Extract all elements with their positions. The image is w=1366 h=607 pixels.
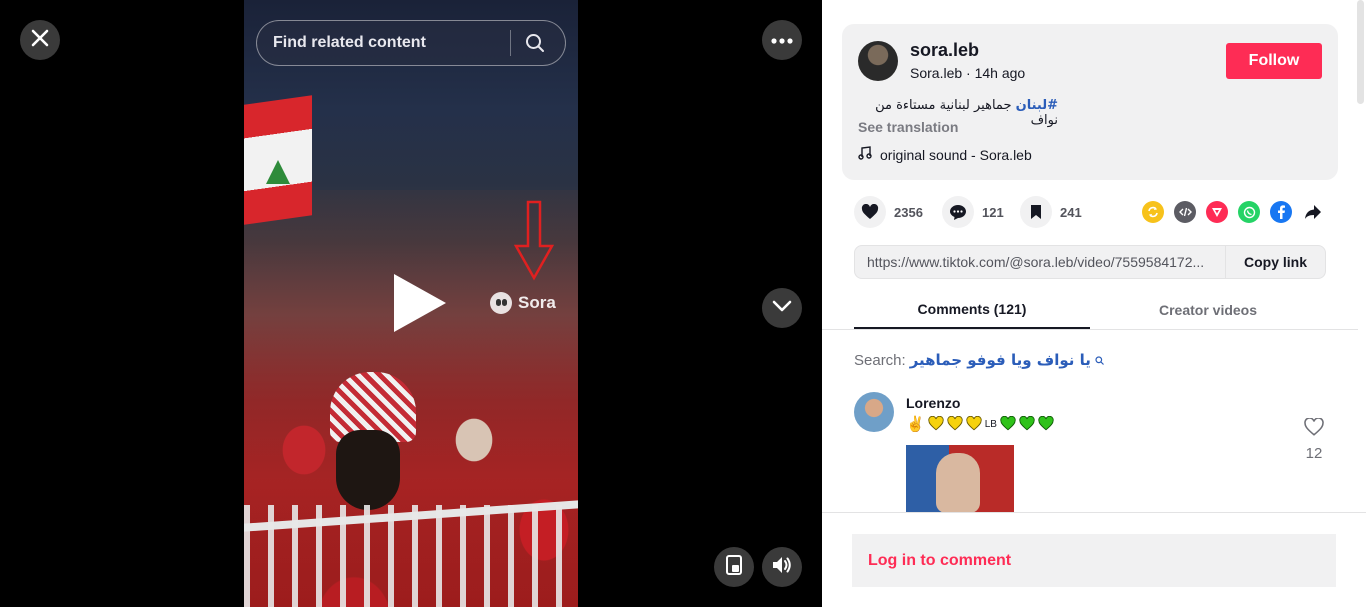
comment-bubble-icon [942, 196, 974, 228]
details-panel: sora.leb Sora.leb · 14h ago Follow #لبنا… [822, 0, 1366, 607]
play-icon [394, 274, 446, 332]
author-subline: Sora.leb · 14h ago [910, 65, 1025, 81]
lb-flag-text: LB [984, 418, 997, 430]
panel-scrollbar[interactable] [1357, 0, 1364, 104]
beard-graphic [336, 430, 400, 510]
sora-watermark: Sora [490, 292, 556, 314]
fence-graphic [244, 505, 578, 607]
sora-watermark-text: Sora [518, 293, 556, 312]
share-link-box: https://www.tiktok.com/@sora.leb/video/7… [854, 245, 1326, 279]
comment-like-button[interactable]: 12 [1304, 417, 1324, 462]
green-heart-icon [1038, 415, 1054, 432]
follow-button[interactable]: Follow [1226, 43, 1322, 79]
share-arrow-icon[interactable] [1302, 201, 1324, 223]
comment-image-face [936, 453, 980, 512]
comment-search-suggestion: Search: يا نواف ويا فوفو جماهير [854, 351, 1104, 369]
post-time: 14h ago [974, 65, 1026, 81]
caption-hashtag[interactable]: #لبنان [1016, 98, 1058, 113]
comment-count: 121 [982, 204, 1004, 220]
search-divider [510, 30, 511, 56]
play-button[interactable] [382, 268, 452, 338]
copy-link-button[interactable]: Copy link [1225, 246, 1325, 278]
whatsapp-icon[interactable] [1238, 201, 1260, 223]
comment-author[interactable]: Lorenzo [906, 395, 960, 411]
send-icon[interactable] [1206, 201, 1228, 223]
related-search-placeholder: Find related content [273, 34, 426, 51]
search-icon [1095, 352, 1104, 369]
search-icon[interactable] [525, 33, 565, 53]
avatar[interactable] [858, 41, 898, 81]
sora-logo-icon [490, 292, 512, 314]
music-note-icon [858, 146, 872, 163]
comment-item: Lorenzo ✌️ LB 12 [854, 392, 1326, 512]
repost-icon[interactable] [1142, 201, 1164, 223]
comment-search-query[interactable]: يا نواف ويا فوفو جماهير [910, 351, 1091, 369]
app-root: Find related content Sora sora.leb Sora.… [0, 0, 1366, 607]
yellow-heart-icon [966, 415, 982, 432]
sound-link[interactable]: original sound - Sora.leb [858, 146, 1032, 163]
victory-hand-emoji: ✌️ [906, 416, 925, 433]
share-link-url[interactable]: https://www.tiktok.com/@sora.leb/video/7… [855, 254, 1225, 270]
panel-tabs: Comments (121) Creator videos [822, 290, 1358, 330]
next-video-button[interactable] [762, 288, 802, 328]
more-options-button[interactable] [762, 20, 802, 60]
green-heart-icon [1000, 415, 1016, 432]
author-username[interactable]: sora.leb [910, 40, 979, 61]
chevron-down-icon [772, 299, 792, 317]
comment-avatar[interactable] [854, 392, 894, 432]
embed-icon[interactable] [1174, 201, 1196, 223]
log-in-to-comment-button[interactable]: Log in to comment [852, 534, 1336, 587]
volume-button[interactable] [762, 547, 802, 587]
heart-icon [854, 196, 886, 228]
comment-footer: Log in to comment [822, 512, 1366, 607]
subline-separator: · [962, 65, 975, 81]
like-count: 2356 [894, 204, 923, 220]
facebook-icon[interactable] [1270, 201, 1292, 223]
close-button[interactable] [20, 20, 60, 60]
author-display-name[interactable]: Sora.leb [910, 65, 962, 81]
heart-outline-icon [1304, 417, 1324, 441]
volume-icon [771, 555, 793, 580]
action-bar: 2356 121 241 [854, 196, 1322, 230]
tab-comments[interactable]: Comments (121) [854, 290, 1090, 329]
yellow-heart-icon [928, 415, 944, 432]
sound-title: original sound - Sora.leb [880, 146, 1032, 163]
yellow-heart-icon [947, 415, 963, 432]
related-search-input[interactable]: Find related content [256, 20, 566, 66]
see-translation-link[interactable]: See translation [858, 119, 958, 135]
like-button[interactable]: 2356 [854, 196, 923, 228]
video-area: Find related content Sora [0, 0, 822, 607]
save-button[interactable]: 241 [1020, 196, 1082, 228]
red-arrow-annotation [513, 200, 555, 287]
green-heart-icon [1019, 415, 1035, 432]
bookmark-icon [1020, 196, 1052, 228]
close-icon [30, 28, 50, 53]
floating-player-button[interactable] [714, 547, 754, 587]
save-count: 241 [1060, 204, 1082, 220]
comment-text: ✌️ LB [906, 415, 1054, 433]
more-dots-icon [771, 31, 793, 49]
tab-creator-videos[interactable]: Creator videos [1090, 290, 1326, 329]
comment-image[interactable] [906, 445, 1014, 512]
comment-search-prefix: Search: [854, 351, 906, 369]
comment-button[interactable]: 121 [942, 196, 1004, 228]
post-info-card: sora.leb Sora.leb · 14h ago Follow #لبنا… [842, 24, 1338, 180]
video-player[interactable]: Find related content Sora [244, 0, 578, 607]
comment-like-count: 12 [1305, 445, 1323, 462]
cedar-graphic [266, 160, 290, 184]
floating-player-icon [725, 554, 743, 581]
